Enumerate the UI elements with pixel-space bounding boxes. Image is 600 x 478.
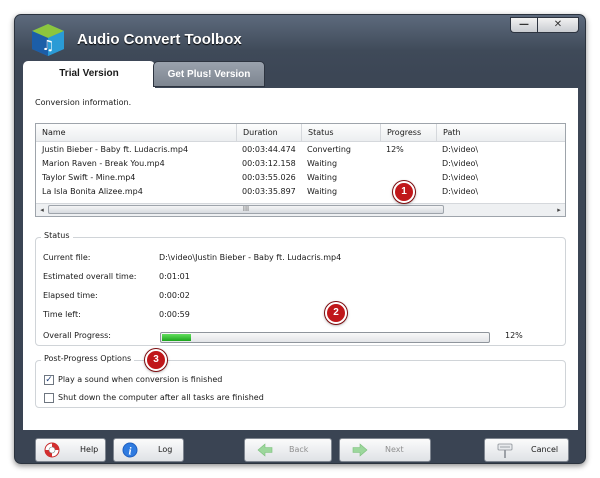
app-cube-icon: ♫ <box>32 24 64 56</box>
list-row[interactable]: Taylor Swift - Mine.mp4 00:03:55.026 Wai… <box>36 171 565 184</box>
shutdown-label: Shut down the computer after all tasks a… <box>58 393 264 402</box>
callout-2: 2 <box>325 302 347 324</box>
list-row[interactable]: Justin Bieber - Baby ft. Ludacris.mp4 00… <box>36 143 565 156</box>
arrow-right-icon <box>352 443 368 457</box>
row-name: Taylor Swift - Mine.mp4 <box>42 173 136 182</box>
tab-trial-version[interactable]: Trial Version <box>23 61 155 89</box>
row-progress: 12% <box>386 145 404 154</box>
play-sound-checkbox[interactable]: ✓ <box>44 375 54 385</box>
window-controls: — ✕ <box>510 17 579 33</box>
row-status: Waiting <box>307 173 338 182</box>
log-label: Log <box>158 445 173 454</box>
overall-progress-label: Overall Progress: <box>43 331 111 340</box>
svg-text:♫: ♫ <box>42 38 55 54</box>
row-duration: 00:03:35.897 <box>242 187 296 196</box>
row-status: Waiting <box>307 159 338 168</box>
current-file-value: D:\video\Justin Bieber - Baby ft. Ludacr… <box>159 253 342 262</box>
row-path: D:\video\ <box>442 187 479 196</box>
callout-3: 3 <box>145 349 167 371</box>
help-label: Help <box>80 445 99 454</box>
elapsed-time-label: Elapsed time: <box>43 291 98 300</box>
arrow-left-icon <box>257 443 273 457</box>
column-header-status[interactable]: Status <box>301 124 380 141</box>
column-header-name[interactable]: Name <box>36 124 236 141</box>
list-header: Name Duration Status Progress Path <box>36 124 565 142</box>
shutdown-checkbox[interactable] <box>44 393 54 403</box>
row-path: D:\video\ <box>442 173 479 182</box>
overall-progress-percent: 12% <box>505 331 523 340</box>
row-duration: 00:03:12.158 <box>242 159 296 168</box>
row-duration: 00:03:44.474 <box>242 145 296 154</box>
scroll-left-icon[interactable]: ◂ <box>37 205 47 215</box>
back-label: Back <box>289 445 309 454</box>
row-name: Marion Raven - Break You.mp4 <box>42 159 165 168</box>
next-button[interactable]: Next <box>339 438 431 462</box>
conversion-list[interactable]: Name Duration Status Progress Path Justi… <box>35 123 566 217</box>
row-path: D:\video\ <box>442 159 479 168</box>
overall-progress-bar <box>160 332 490 343</box>
tab-get-plus-version[interactable]: Get Plus! Version <box>153 61 265 87</box>
app-window: ♫ Audio Convert Toolbox — ✕ Trial Versio… <box>14 14 586 464</box>
row-status: Waiting <box>307 187 338 196</box>
row-name: La Isla Bonita Alizee.mp4 <box>42 187 143 196</box>
main-panel: Conversion information. Name Duration St… <box>23 88 578 430</box>
row-name: Justin Bieber - Baby ft. Ludacris.mp4 <box>42 145 189 154</box>
row-status: Converting <box>307 145 352 154</box>
time-left-value: 0:00:59 <box>159 310 190 319</box>
current-file-label: Current file: <box>43 253 91 262</box>
estimated-time-label: Estimated overall time: <box>43 272 137 281</box>
minimize-button[interactable]: — <box>510 17 537 33</box>
row-path: D:\video\ <box>442 145 479 154</box>
row-duration: 00:03:55.026 <box>242 173 296 182</box>
cancel-label: Cancel <box>531 445 559 454</box>
cancel-sign-icon <box>497 443 513 458</box>
scroll-right-icon[interactable]: ▸ <box>554 205 564 215</box>
column-header-path[interactable]: Path <box>436 124 567 141</box>
column-header-duration[interactable]: Duration <box>236 124 301 141</box>
horizontal-scrollbar[interactable]: ◂ III ▸ <box>36 203 565 216</box>
lifebuoy-icon <box>44 442 60 458</box>
post-progress-title: Post-Progress Options <box>41 354 135 363</box>
conversion-info-label: Conversion information. <box>35 98 132 107</box>
elapsed-time-value: 0:00:02 <box>159 291 190 300</box>
app-title: Audio Convert Toolbox <box>77 31 242 48</box>
status-group-title: Status <box>41 231 73 240</box>
close-button[interactable]: ✕ <box>537 17 579 33</box>
time-left-label: Time left: <box>43 310 81 319</box>
column-header-progress[interactable]: Progress <box>380 124 436 141</box>
cancel-button[interactable]: Cancel <box>484 438 569 462</box>
list-row[interactable]: La Isla Bonita Alizee.mp4 00:03:35.897 W… <box>36 185 565 198</box>
callout-1: 1 <box>393 181 415 203</box>
help-button[interactable]: Help <box>35 438 106 462</box>
list-row[interactable]: Marion Raven - Break You.mp4 00:03:12.15… <box>36 157 565 170</box>
info-icon: i <box>122 442 138 458</box>
back-button[interactable]: Back <box>244 438 332 462</box>
overall-progress-fill <box>162 334 191 341</box>
play-sound-label: Play a sound when conversion is finished <box>58 375 223 384</box>
log-button[interactable]: i Log <box>113 438 184 462</box>
next-label: Next <box>385 445 404 454</box>
estimated-time-value: 0:01:01 <box>159 272 190 281</box>
scrollbar-thumb[interactable]: III <box>48 205 444 214</box>
